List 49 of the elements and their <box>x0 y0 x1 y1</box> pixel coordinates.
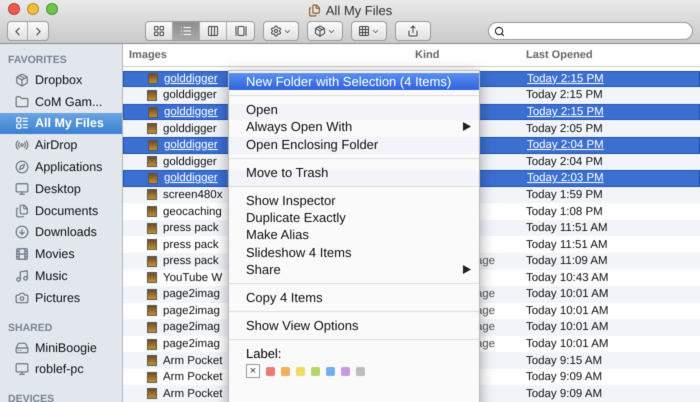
file-name: golddigger <box>164 106 218 118</box>
kind-cell-text: age <box>474 321 496 334</box>
sidebar-heading: DEVICES <box>7 392 56 402</box>
file-name: golddigger <box>164 72 218 85</box>
date-cell-text: Today 11:09 AM <box>525 255 609 268</box>
file-name: press pack <box>163 222 219 234</box>
file-name: golddigger <box>163 89 217 102</box>
file-name: page2imag <box>163 338 220 350</box>
file-name: Arm Pocket <box>163 371 222 384</box>
file-name: geocaching <box>163 206 222 218</box>
kind-cell-text: age <box>474 338 496 350</box>
date-cell-text: Today 11:51 AM <box>525 222 609 234</box>
file-name: Arm Pocket <box>163 388 222 400</box>
sidebar-heading: FAVORITES <box>7 53 68 68</box>
file-name: screen480x <box>163 188 222 201</box>
file-name: page2imag <box>163 321 220 334</box>
date-cell-text: Today 2:15 PM <box>526 72 605 85</box>
file-name: YouTube W <box>163 272 222 284</box>
date-cell-text: Today 10:01 AM <box>525 321 610 334</box>
date-cell-text: Today 2:04 PM <box>525 156 604 168</box>
file-name: golddigger <box>163 156 217 168</box>
window-title: All My Files <box>326 2 392 18</box>
date-cell-text: Today 2:03 PM <box>526 172 605 184</box>
date-cell-text: Today 10:01 AM <box>525 304 610 317</box>
date-cell-text: Today 2:05 PM <box>525 122 604 135</box>
file-name: golddigger <box>164 172 218 184</box>
file-name: golddigger <box>163 122 217 135</box>
date-cell-text: Today 2:04 PM <box>526 139 605 152</box>
kind-cell-text: age <box>474 288 496 300</box>
file-name: golddigger <box>164 139 218 152</box>
date-cell-text: Today 10:01 AM <box>525 338 610 350</box>
date-cell-text: Today 9:15 AM <box>525 354 604 367</box>
file-name: press pack <box>163 255 219 268</box>
file-name: Arm Pocket <box>163 354 222 367</box>
date-cell-text: Today 10:43 AM <box>525 272 610 284</box>
file-name: page2imag <box>163 288 220 300</box>
file-name: press pack <box>163 238 219 251</box>
date-cell-text: Today 9:09 AM <box>525 388 604 400</box>
sidebar-heading: SHARED <box>7 320 54 336</box>
date-cell-text: Today 9:09 AM <box>525 371 604 384</box>
date-cell-text: Today 1:08 PM <box>525 206 604 218</box>
date-cell-text: Today 2:15 PM <box>526 106 605 118</box>
kind-cell-text: age <box>474 255 496 268</box>
menu-label: Label: <box>245 345 282 362</box>
date-cell-text: Today 1:59 PM <box>525 188 604 201</box>
date-cell-text: Today 11:51 AM <box>525 238 609 251</box>
file-name: page2imag <box>163 304 220 317</box>
date-cell-text: Today 2:15 PM <box>525 89 604 102</box>
date-cell-text: Today 10:01 AM <box>525 288 610 300</box>
